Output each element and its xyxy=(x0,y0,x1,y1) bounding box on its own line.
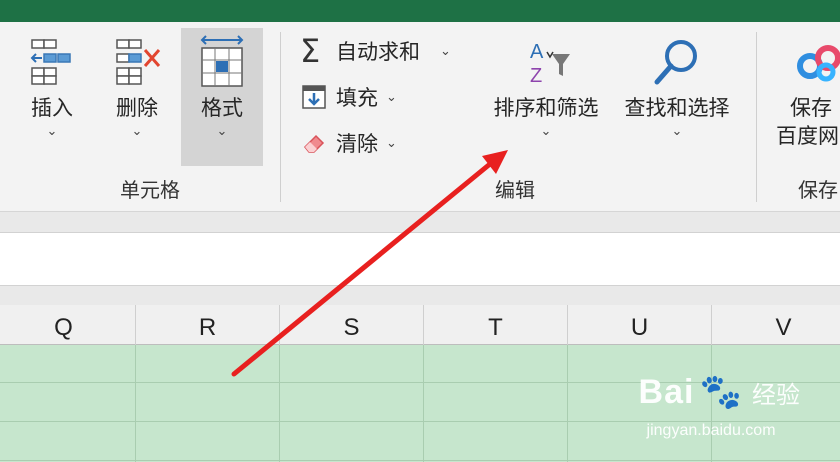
save-group-label: 保存 xyxy=(798,178,838,202)
column-header-s[interactable]: S xyxy=(280,305,424,345)
delete-chevron-icon[interactable]: ⌄ xyxy=(132,122,143,142)
delete-button[interactable]: 删除 ⌄ xyxy=(104,34,170,142)
editing-group-label: 编辑 xyxy=(495,178,535,202)
eraser-icon xyxy=(303,134,325,153)
save-baidu-button[interactable]: 保存 百度网 xyxy=(776,34,840,150)
column-divider xyxy=(279,345,280,462)
magnifier-icon xyxy=(654,40,697,85)
watermark-url: jingyan.baidu.com xyxy=(646,422,776,439)
save-button-line2: 百度网 xyxy=(776,124,839,148)
sort-filter-button[interactable]: A Z 排序和筛选 ⌄ xyxy=(484,34,608,142)
find-select-chevron-icon[interactable]: ⌄ xyxy=(672,122,683,142)
format-cells-icon xyxy=(200,35,244,87)
autosum-button[interactable]: Σ 自动求和 ⌄ xyxy=(300,34,451,68)
fill-button[interactable]: 填充 ⌄ xyxy=(300,80,397,114)
clear-chevron-icon[interactable]: ⌄ xyxy=(386,136,397,151)
column-header-q[interactable]: Q xyxy=(0,305,136,345)
autosum-label: 自动求和 xyxy=(336,40,420,64)
sigma-icon: Σ xyxy=(300,32,321,70)
column-header-r[interactable]: R xyxy=(136,305,280,345)
clear-label: 清除 xyxy=(336,132,378,156)
format-label: 格式 xyxy=(201,96,243,120)
insert-cells-icon xyxy=(30,39,71,85)
sort-filter-icon: A Z xyxy=(530,41,570,87)
title-bar xyxy=(0,0,840,22)
fill-label: 填充 xyxy=(336,86,378,110)
paw-icon: 🐾 xyxy=(699,373,743,411)
column-header-t[interactable]: T xyxy=(424,305,568,345)
svg-text:A: A xyxy=(530,41,544,63)
column-headers: Q R S T U V xyxy=(0,305,840,345)
delete-label: 删除 xyxy=(116,96,158,120)
watermark-brand: Bai xyxy=(638,373,695,411)
format-chevron-icon[interactable]: ⌄ xyxy=(217,122,228,142)
ribbon-bottom-strip xyxy=(0,212,840,232)
insert-label: 插入 xyxy=(31,96,73,120)
column-header-v[interactable]: V xyxy=(712,305,840,345)
sort-filter-chevron-icon[interactable]: ⌄ xyxy=(541,122,552,142)
column-header-u[interactable]: U xyxy=(568,305,712,345)
clear-button[interactable]: 清除 ⌄ xyxy=(300,126,397,160)
insert-button[interactable]: 插入 ⌄ xyxy=(22,34,82,142)
insert-chevron-icon[interactable]: ⌄ xyxy=(47,122,58,142)
baidu-netdisk-icon xyxy=(797,45,840,82)
delete-cells-icon xyxy=(116,39,161,85)
column-divider xyxy=(135,345,136,462)
row-divider xyxy=(0,460,840,461)
group-divider xyxy=(756,32,757,202)
sort-filter-label: 排序和筛选 xyxy=(493,96,599,120)
save-button-line1: 保存 xyxy=(790,96,832,120)
find-select-label: 查找和选择 xyxy=(624,96,730,120)
column-divider xyxy=(567,345,568,462)
group-divider xyxy=(280,32,281,202)
format-button[interactable]: 格式 ⌄ xyxy=(181,28,263,166)
find-select-button[interactable]: 查找和选择 ⌄ xyxy=(614,34,740,142)
column-divider xyxy=(423,345,424,462)
cells-group-label: 单元格 xyxy=(120,178,180,202)
autosum-chevron-icon[interactable]: ⌄ xyxy=(440,44,451,59)
baidu-watermark: Bai 🐾 经验 jingyan.baidu.com xyxy=(638,372,800,439)
fill-chevron-icon[interactable]: ⌄ xyxy=(386,90,397,105)
watermark-brand-suffix: 经验 xyxy=(752,381,800,409)
formula-bar[interactable] xyxy=(0,232,840,286)
sheet-top-gap xyxy=(0,286,840,305)
fill-down-icon xyxy=(302,85,326,109)
ribbon: 插入 ⌄ 删除 ⌄ 格式 ⌄ 单元格 Σ 自动求和 ⌄ 填充 ⌄ 清除 ⌄ A … xyxy=(0,22,840,212)
svg-text:Z: Z xyxy=(530,65,542,87)
